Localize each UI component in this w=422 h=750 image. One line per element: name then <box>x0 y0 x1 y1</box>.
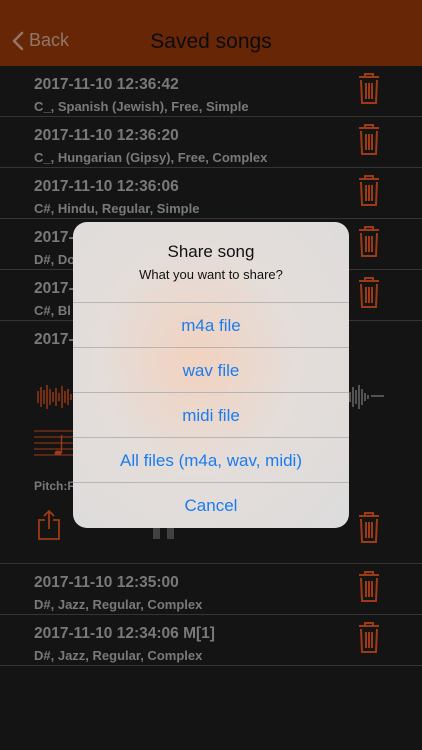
dialog-header: Share song What you want to share? <box>73 222 349 303</box>
share-dialog: Share song What you want to share? m4a f… <box>73 222 349 528</box>
share-all-files-button[interactable]: All files (m4a, wav, midi) <box>73 438 349 483</box>
share-midi-button[interactable]: midi file <box>73 393 349 438</box>
cancel-button[interactable]: Cancel <box>73 483 349 528</box>
dialog-title: Share song <box>167 242 255 261</box>
dialog-message: What you want to share? <box>139 267 283 282</box>
share-wav-button[interactable]: wav file <box>73 348 349 393</box>
share-m4a-button[interactable]: m4a file <box>73 303 349 348</box>
